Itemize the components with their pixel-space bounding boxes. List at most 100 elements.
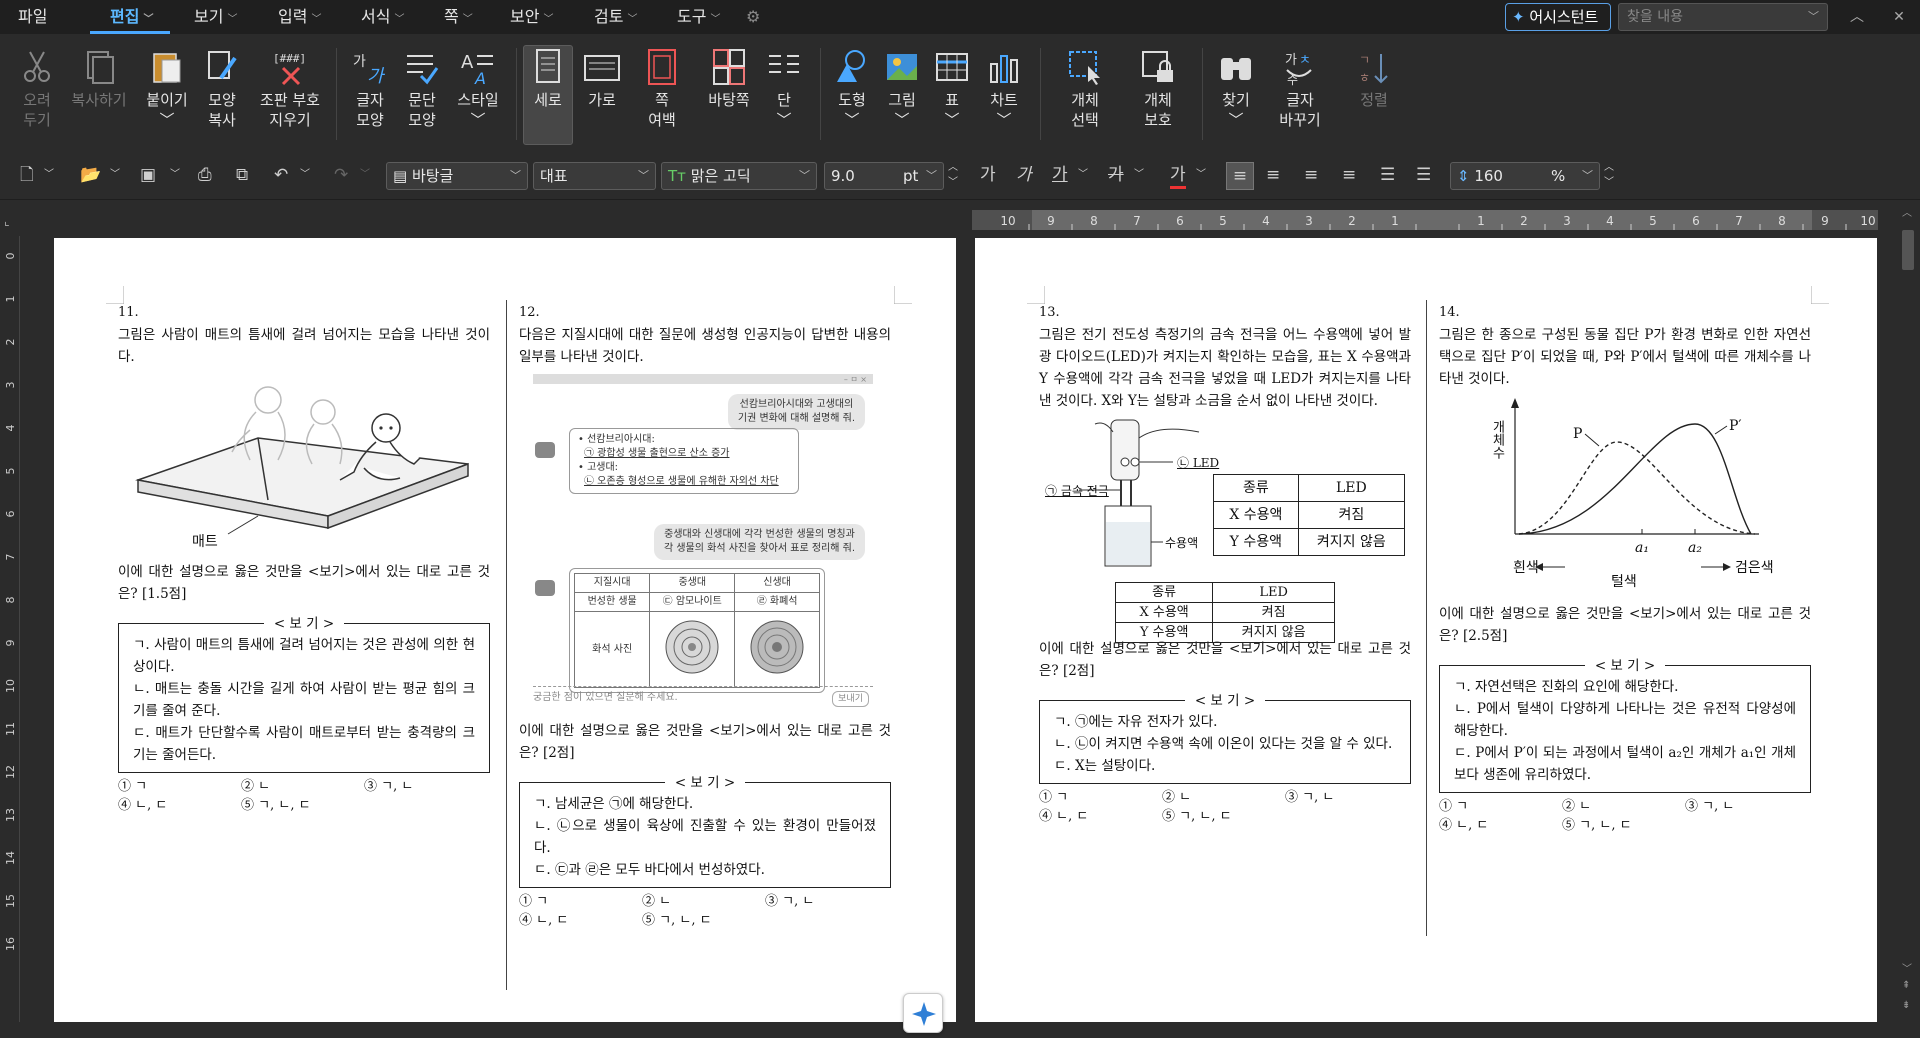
bogi-item: ㄷ. ㉢과 ㉣은 모두 바다에서 번성하였다. <box>534 862 765 878</box>
page-left[interactable]: 11. 그림은 사람이 매트의 틈새에 걸려 넘어지는 모습을 나타낸 것이다.… <box>54 238 956 1022</box>
menu-review[interactable]: 검토 ﹀ <box>594 0 637 34</box>
page-down-icon[interactable]: ⇟ <box>1902 1000 1910 1011</box>
vertical-scrollbar[interactable]: ︿ ﹀ ⇞ ⇟ <box>1896 200 1920 1022</box>
replace-button[interactable]: 가ㅊ수 글자 바꾸기 <box>1264 48 1336 130</box>
align-distribute-icon[interactable]: ☰ <box>1380 164 1395 186</box>
new-document-icon[interactable]: 🗋 <box>20 164 34 186</box>
page-right[interactable]: 13. 그림은 전기 전도성 측정기의 금속 전극을 어느 수용액에 넣어 발광… <box>975 238 1877 1022</box>
font-size-input[interactable]: 9.0 pt ﹀ <box>824 162 944 190</box>
columns-button[interactable]: 단 ﹀ <box>752 48 816 130</box>
strikethrough-button[interactable]: 가 <box>1108 164 1124 186</box>
menu-edit[interactable]: 편집 ﹀ <box>110 0 153 34</box>
chart-button[interactable]: 차트 ﹀ <box>972 48 1036 130</box>
sort-button[interactable]: ㄱㅎ 정렬 <box>1342 48 1406 110</box>
quick-settings-icon[interactable]: ⚙ <box>746 0 760 34</box>
align-right-icon[interactable]: ≡ <box>1342 164 1356 186</box>
chevron-down-icon[interactable]: ﹀ <box>1078 164 1088 186</box>
background-page-icon <box>713 49 745 85</box>
chevron-down-icon[interactable]: ﹀ <box>110 164 120 186</box>
question-number: 14. <box>1439 305 1460 320</box>
binoculars-icon <box>1221 58 1251 80</box>
chevron-down-icon[interactable]: ﹀ <box>1204 110 1268 130</box>
ruler-label: 10 <box>1000 214 1015 228</box>
chevron-down-icon: ﹀ <box>510 169 521 182</box>
menu-tools[interactable]: 도구 ﹀ <box>677 0 720 34</box>
choice: ⑤ ㄱ, ㄴ, ㄷ <box>241 798 311 813</box>
menu-view[interactable]: 보기 ﹀ <box>194 0 237 34</box>
copy-button[interactable]: 복사하기 <box>66 48 132 110</box>
chevron-down-icon[interactable]: ﹀ <box>44 164 54 186</box>
underline-button[interactable]: 가 <box>1052 164 1068 186</box>
chevron-down-icon[interactable]: ﹀ <box>1808 4 1819 30</box>
table-cell: LED <box>1212 582 1335 603</box>
menu-file[interactable]: 파일 <box>18 0 58 34</box>
landscape-button[interactable]: 가로 <box>570 48 634 110</box>
electrode-label: ㉠ 금속 전극 <box>1045 484 1109 498</box>
chevron-down-icon[interactable]: ﹀ <box>170 164 180 186</box>
clear-marks-label: 조판 부호 지우기 <box>260 91 320 129</box>
font-size-value: 9.0 <box>831 167 855 185</box>
line-spacing-input[interactable]: ⇕ 160% ﹀ <box>1450 162 1600 190</box>
assistant-button[interactable]: ✦ 어시스턴트 <box>1505 3 1611 31</box>
chevron-down-icon[interactable]: ﹀ <box>1134 164 1144 186</box>
page-margin-button[interactable]: 쪽 여백 <box>630 48 694 130</box>
cut-button[interactable]: 오려 두기 <box>5 48 69 130</box>
mat-fall-figure: 매트 <box>135 386 469 550</box>
align-center-icon[interactable]: ≡ <box>1304 164 1318 186</box>
style-button[interactable]: AA 스타일 ﹀ <box>446 48 510 130</box>
print-icon[interactable]: ⎙ <box>198 164 212 186</box>
table-cell: X 수용액 <box>1114 602 1214 623</box>
align-split-icon[interactable]: ☰ <box>1416 164 1431 186</box>
chevron-down-icon[interactable]: ﹀ <box>300 164 310 186</box>
chevron-down-icon: ﹀ <box>799 169 810 182</box>
find-input[interactable]: 찾을 내용 ﹀ <box>1618 3 1828 31</box>
scroll-down-icon[interactable]: ﹀ <box>1902 960 1912 975</box>
font-size-stepper[interactable]: ︿ ﹀ <box>948 160 958 190</box>
choice: ③ ㄱ, ㄴ <box>1285 790 1335 805</box>
chevron-down-icon[interactable]: ﹀ <box>972 110 1036 130</box>
find-button[interactable]: 찾기 ﹀ <box>1204 48 1268 130</box>
undo-icon[interactable]: ↶ <box>274 164 288 186</box>
style-select[interactable]: ▤ 바탕글 ﹀ <box>386 162 528 190</box>
menu-security[interactable]: 보안 ﹀ <box>510 0 553 34</box>
line-spacing-stepper[interactable]: ︿ ﹀ <box>1604 160 1614 190</box>
rep-select[interactable]: 대표 ﹀ <box>533 162 656 190</box>
open-folder-icon[interactable]: 📂 <box>80 164 101 186</box>
menu-insert[interactable]: 입력 ﹀ <box>278 0 321 34</box>
font-select[interactable]: Tт 맑은 고딕 ﹀ <box>661 162 817 190</box>
chevron-down-icon[interactable]: ﹀ <box>1196 164 1206 186</box>
page-up-icon[interactable]: ⇞ <box>1902 980 1910 991</box>
choice: ② ㄴ <box>1562 799 1592 814</box>
horizontal-ruler[interactable]: 10 9 8 7 6 5 4 3 2 1 1 2 3 4 5 6 7 8 9 10 <box>972 210 1890 230</box>
redo-icon[interactable]: ↷ <box>334 164 348 186</box>
object-protect-button[interactable]: 개체 보호 <box>1125 48 1191 130</box>
chevron-down-icon[interactable]: ﹀ <box>360 164 370 186</box>
assistant-float-button[interactable] <box>903 993 943 1033</box>
collapse-ribbon-icon[interactable]: ︿ <box>1842 0 1872 34</box>
table-icon <box>936 53 968 81</box>
para-shape-button[interactable]: 문단 모양 <box>390 48 454 130</box>
ruler-label: 7 <box>4 554 17 561</box>
scroll-up-icon[interactable]: ︿ <box>1902 204 1912 219</box>
tab-stop-icon[interactable]: ⌞ <box>4 214 10 228</box>
vertical-ruler[interactable]: 0 1 2 3 4 5 6 7 8 9 10 11 12 13 14 15 16 <box>0 236 20 1022</box>
chevron-down-icon[interactable]: ﹀ <box>446 110 510 130</box>
align-justify-icon[interactable]: ≡ <box>1226 162 1254 190</box>
clear-marks-button[interactable]: [###] 조판 부호 지우기 <box>252 48 328 130</box>
format-copy-button[interactable]: 모양 복사 <box>190 48 254 130</box>
print-preview-icon[interactable]: ⧉ <box>236 164 248 186</box>
menu-page[interactable]: 쪽 ﹀ <box>444 0 473 34</box>
menu-format[interactable]: 서식 ﹀ <box>361 0 404 34</box>
font-color-button[interactable]: 가 <box>1170 164 1186 189</box>
landscape-page-icon <box>584 55 620 81</box>
choice <box>1685 816 1808 835</box>
align-left-icon[interactable]: ≡ <box>1266 164 1280 186</box>
scroll-thumb[interactable] <box>1902 230 1914 270</box>
object-select-button[interactable]: 개체 선택 <box>1052 48 1118 130</box>
close-icon[interactable]: ✕ <box>1884 0 1914 34</box>
italic-button[interactable]: 가 <box>1016 164 1032 186</box>
curve-p-prime <box>1518 423 1752 535</box>
chevron-down-icon[interactable]: ﹀ <box>752 110 816 130</box>
save-icon[interactable]: ▣ <box>140 164 156 186</box>
bold-button[interactable]: 가 <box>980 164 996 186</box>
